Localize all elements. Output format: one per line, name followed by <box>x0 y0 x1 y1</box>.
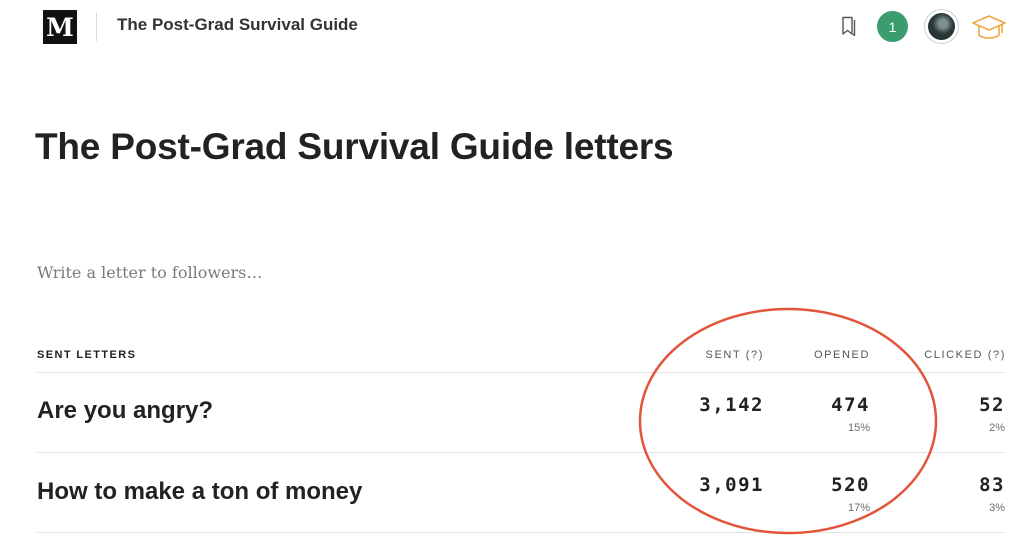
top-bar: M The Post-Grad Survival Guide 1 <box>0 0 1024 56</box>
clicked-count: 52 <box>979 394 1005 416</box>
sent-count: 3,091 <box>699 474 764 496</box>
notification-badge[interactable]: 1 <box>877 11 908 42</box>
page-title: The Post-Grad Survival Guide letters <box>35 126 674 167</box>
clicked-column-header[interactable]: CLICKED (?) <box>880 349 1006 361</box>
row-divider-line <box>37 532 1005 533</box>
avatar-image <box>928 13 955 40</box>
graduation-cap-icon[interactable] <box>971 11 1007 43</box>
letter-title[interactable]: How to make a ton of money <box>37 478 362 506</box>
bookmark-icon[interactable] <box>840 15 858 37</box>
clicked-percent: 3% <box>989 502 1005 514</box>
opened-count: 474 <box>831 394 870 416</box>
opened-column-header: OPENED <box>813 349 870 361</box>
opened-count: 520 <box>831 474 870 496</box>
clicked-percent: 2% <box>989 422 1005 434</box>
clicked-count: 83 <box>979 474 1005 496</box>
sent-column-header[interactable]: SENT (?) <box>664 349 764 361</box>
write-letter-input[interactable] <box>37 260 637 284</box>
header-divider-line <box>37 372 1005 373</box>
row-divider-line <box>37 452 1005 453</box>
medium-logo[interactable]: M <box>43 10 77 44</box>
header-divider <box>96 13 97 41</box>
page: M The Post-Grad Survival Guide 1 The Pos… <box>0 0 1024 544</box>
sent-letters-header: SENT LETTERS <box>37 349 137 361</box>
opened-percent: 15% <box>847 422 870 434</box>
sent-count: 3,142 <box>699 394 764 416</box>
publication-name[interactable]: The Post-Grad Survival Guide <box>117 15 358 35</box>
opened-percent: 17% <box>847 502 870 514</box>
letter-title[interactable]: Are you angry? <box>37 397 213 425</box>
avatar[interactable] <box>924 9 959 44</box>
